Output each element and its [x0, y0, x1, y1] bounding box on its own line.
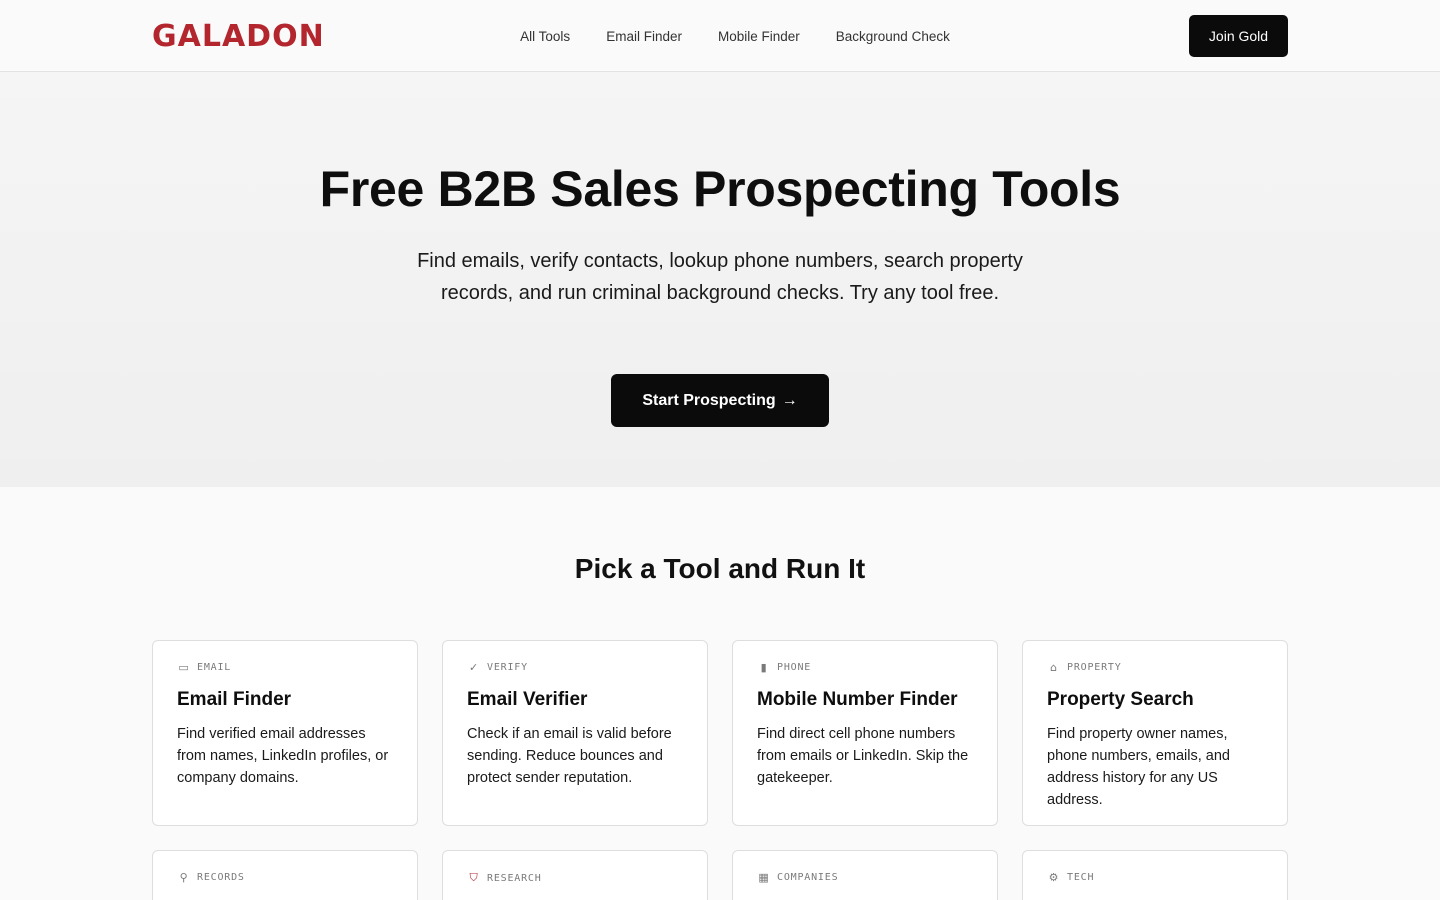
card-tag-label: TECH: [1067, 872, 1095, 883]
card-tag-label: PROPERTY: [1067, 662, 1122, 673]
hero-title: Free B2B Sales Prospecting Tools: [319, 161, 1121, 217]
hero-section: Free B2B Sales Prospecting Tools Find em…: [0, 72, 1440, 487]
building-icon: ▦: [758, 871, 770, 884]
card-tag-label: EMAIL: [197, 662, 232, 673]
nav-link-all-tools[interactable]: All Tools: [520, 29, 570, 44]
mobile-phone-icon: ▮: [760, 661, 768, 674]
card-tag: ⌂ PROPERTY: [1047, 661, 1263, 674]
shield-icon: ⛉: [469, 871, 479, 884]
arrow-right-icon: →: [781, 391, 798, 409]
card-title: Property Search: [1047, 689, 1194, 710]
card-tag-label: PHONE: [777, 662, 812, 673]
tools-section: Pick a Tool and Run It ▭ EMAIL Email Fin…: [0, 487, 1440, 900]
nav-link-background-check[interactable]: Background Check: [836, 29, 950, 44]
card-description: Find verified email addresses from names…: [177, 726, 389, 786]
card-title: Email Verifier: [467, 689, 588, 710]
card-tag: ⚲ RECORDS: [177, 871, 393, 884]
house-icon: ⌂: [1050, 661, 1058, 674]
card-title: Mobile Number Finder: [757, 689, 958, 710]
card-tag: ▦ COMPANIES: [757, 871, 973, 884]
checkmark-icon: ✓: [468, 661, 480, 674]
tools-section-title: Pick a Tool and Run It: [574, 553, 866, 584]
hero-subtitle: Find emails, verify contacts, lookup pho…: [417, 250, 1023, 304]
card-description: Find property owner names, phone numbers…: [1047, 726, 1230, 808]
tool-card-mobile-number-finder[interactable]: ▮ PHONE Mobile Number Finder Find direct…: [732, 640, 998, 826]
card-tag: ✓ VERIFY: [467, 661, 683, 674]
card-tag: ⛉ RESEARCH: [467, 871, 683, 885]
card-tag-label: COMPANIES: [777, 872, 839, 883]
nav-link-mobile-finder[interactable]: Mobile Finder: [718, 29, 800, 44]
tool-card-email-verifier[interactable]: ✓ VERIFY Email Verifier Check if an emai…: [442, 640, 708, 826]
join-gold-button[interactable]: Join Gold: [1189, 15, 1288, 57]
card-tag-label: RECORDS: [197, 872, 245, 883]
tool-card-tech[interactable]: ⚙ TECH: [1022, 850, 1288, 900]
card-tag: ▭ EMAIL: [177, 661, 393, 674]
card-tag-label: VERIFY: [487, 662, 528, 673]
card-tag: ▮ PHONE: [757, 661, 973, 674]
card-description: Check if an email is valid before sendin…: [467, 726, 672, 786]
cta-label: Start Prospecting: [642, 391, 776, 409]
gear-icon: ⚙: [1048, 871, 1060, 884]
tool-card-property-search[interactable]: ⌂ PROPERTY Property Search Find property…: [1022, 640, 1288, 826]
nav-link-email-finder[interactable]: Email Finder: [606, 29, 682, 44]
tool-card-records[interactable]: ⚲ RECORDS: [152, 850, 418, 900]
card-tag: ⚙ TECH: [1047, 871, 1263, 884]
tool-card-email-finder[interactable]: ▭ EMAIL Email Finder Find verified email…: [152, 640, 418, 826]
card-description: Find direct cell phone numbers from emai…: [757, 726, 969, 786]
magnifier-icon: ⚲: [179, 871, 189, 884]
tool-card-research[interactable]: ⛉ RESEARCH: [442, 850, 708, 900]
card-tag-label: RESEARCH: [487, 872, 542, 884]
email-card-icon: ▭: [178, 661, 190, 674]
top-navbar: GALADON All Tools Email Finder Mobile Fi…: [0, 0, 1440, 72]
start-prospecting-button[interactable]: Start Prospecting →: [611, 374, 829, 427]
tool-card-companies[interactable]: ▦ COMPANIES: [732, 850, 998, 900]
card-title: Email Finder: [177, 689, 292, 710]
